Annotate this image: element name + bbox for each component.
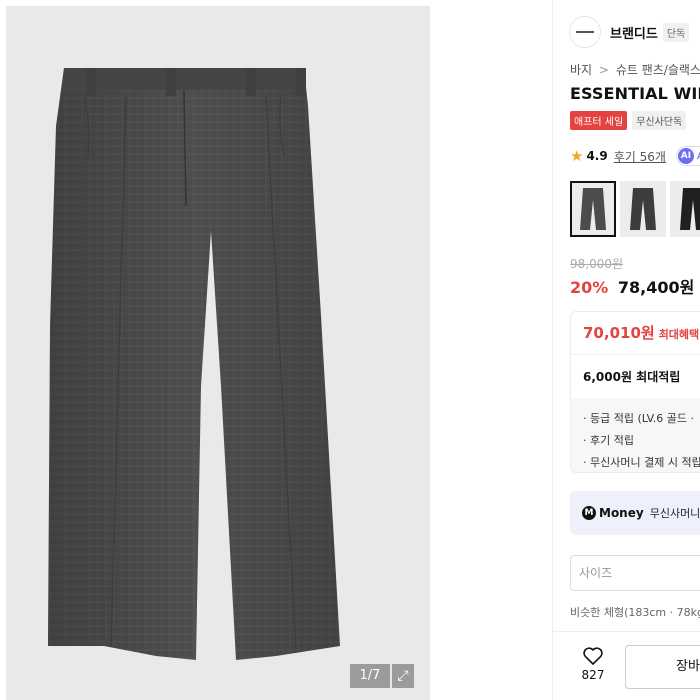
product-title: ESSENTIAL WIDE [570,84,700,103]
product-gallery: 1/7 ⤢ [0,0,430,700]
max-benefit-price: 70,010원 최대혜택 [583,322,699,343]
image-counter: 1/7 [350,664,390,688]
discount-rate: 20% [570,278,609,297]
money-label: 무신사머니 [649,507,700,520]
gallery-gap [430,0,552,700]
sale-price: 78,400원 [617,278,695,297]
brand-logo[interactable] [569,16,601,48]
thumbnail-black[interactable] [670,181,700,237]
reviews-link[interactable]: 후기 56개 [614,148,666,165]
chevron-right-icon: > [598,63,609,77]
benefit-divider [571,354,700,355]
product-info-panel: 브랜디드 단독 바지 > 슈트 팬츠/슬랙스 (: ESSENTIAL WIDE… [553,0,700,700]
max-benefit-amount: 70,010원 [583,324,655,342]
original-price: 98,000원 [570,257,624,271]
action-divider [553,631,700,632]
max-benefit-label: 최대혜택 [658,328,700,341]
ai-icon: AI [677,148,694,164]
thumbnail-gray-selected[interactable] [570,181,616,237]
benefit-box[interactable]: 70,010원 최대혜택 6,000원 최대적립 · 등급 적립 (LV.6 골드… [570,311,700,473]
sale-badge: 애프터 세일 [570,111,628,130]
breadcrumb-item-slacks[interactable]: 슈트 팬츠/슬랙스 (: [616,63,700,77]
ai-summary-button[interactable]: AI AI [675,146,700,166]
max-points: 6,000원 최대적립 [583,370,681,384]
musinsa-money-banner[interactable]: M Money 무신사머니 [570,491,700,535]
similar-body-info: 비슷한 체형(183cm · 78kg [570,606,700,619]
rating-score: 4.9 [586,149,608,163]
brand-row[interactable]: 브랜디드 단독 [569,16,690,48]
heart-icon [583,647,603,665]
like-button[interactable]: 827 [579,647,607,682]
points-item-money: · 무신사머니 결제 시 적립 [583,456,700,469]
thumbnail-charcoal[interactable] [620,181,666,237]
expand-icon[interactable]: ⤢ [392,664,414,688]
color-thumbnails [570,181,700,237]
money-word: Money [599,506,644,520]
points-item-review: · 후기 적립 [583,434,634,447]
points-item-grade: · 등급 적립 (LV.6 골드 · [583,412,695,425]
product-page: 1/7 ⤢ 브랜디드 단독 바지 > 슈트 팬츠/슬랙스 (: ESSENTIA… [0,0,700,700]
badge-row: 애프터 세일 무신사단독 [570,111,687,130]
brand-exclusive-tag: 단독 [662,22,690,42]
star-icon: ★ [570,147,584,165]
product-main-image[interactable] [6,6,430,700]
trousers-image [48,68,340,660]
size-select[interactable]: 사이즈 [570,555,700,591]
breadcrumb: 바지 > 슈트 팬츠/슬랙스 (: [570,61,700,78]
rating-row: ★ 4.9 후기 56개 AI AI [570,146,700,166]
points-breakdown: · 등급 적립 (LV.6 골드 · · 후기 적립 · 무신사머니 결제 시 … [571,398,700,472]
like-count: 827 [581,668,605,682]
breadcrumb-item-pants[interactable]: 바지 [570,63,592,77]
sale-price-row: 20% 78,400원 [570,274,694,298]
money-icon: M [582,506,596,520]
brand-name[interactable]: 브랜디드 [610,23,658,42]
exclusive-badge: 무신사단독 [632,111,687,130]
add-to-cart-button[interactable]: 장바 [625,645,700,689]
